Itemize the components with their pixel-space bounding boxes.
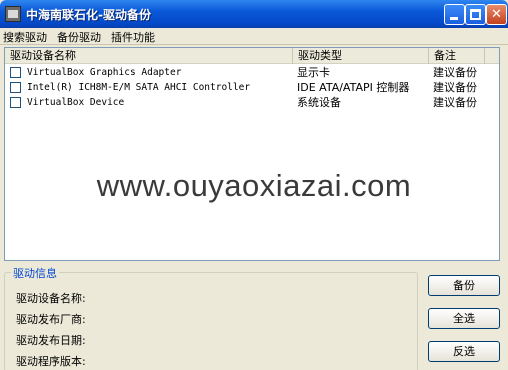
title-bar[interactable]: 中海南联石化-驱动备份 ✕	[0, 0, 508, 28]
driver-note: 建议备份	[433, 96, 477, 109]
menu-backup-drivers[interactable]: 备份驱动	[57, 29, 101, 45]
menu-search-drivers[interactable]: 搜索驱动	[3, 29, 47, 45]
list-item[interactable]: VirtualBox Graphics Adapter 显示卡 建议备份	[5, 65, 499, 80]
driver-note: 建议备份	[433, 66, 477, 79]
minimize-button[interactable]	[444, 4, 465, 25]
driver-type: 系统设备	[297, 96, 341, 109]
invert-selection-button[interactable]: 反选	[428, 341, 500, 362]
device-name: Intel(R) ICH8M-E/M SATA AHCI Controller	[27, 82, 251, 93]
driver-info-title: 驱动信息	[11, 265, 59, 281]
maximize-button[interactable]	[465, 4, 486, 25]
driver-type: IDE ATA/ATAPI 控制器	[297, 81, 410, 94]
menu-plugins[interactable]: 插件功能	[111, 29, 155, 45]
label-device-name: 驱动设备名称:	[16, 292, 86, 305]
label-vendor: 驱动发布厂商:	[16, 313, 86, 326]
row-checkbox[interactable]	[10, 97, 21, 108]
device-name: VirtualBox Device	[27, 97, 125, 108]
row-checkbox[interactable]	[10, 67, 21, 78]
label-driver-version: 驱动程序版本:	[16, 355, 86, 368]
app-icon	[5, 6, 21, 22]
window-title: 中海南联石化-驱动备份	[26, 8, 151, 22]
close-icon: ✕	[491, 7, 502, 22]
list-header: 驱动设备名称 驱动类型 备注	[5, 48, 499, 64]
list-item[interactable]: Intel(R) ICH8M-E/M SATA AHCI Controller …	[5, 80, 499, 95]
device-name: VirtualBox Graphics Adapter	[27, 67, 182, 78]
minimize-icon	[450, 17, 458, 20]
driver-list[interactable]: 驱动设备名称 驱动类型 备注 VirtualBox Graphics Adapt…	[4, 47, 500, 261]
label-release-date: 驱动发布日期:	[16, 334, 86, 347]
maximize-icon	[470, 9, 481, 20]
list-item[interactable]: VirtualBox Device 系统设备 建议备份	[5, 95, 499, 110]
column-header-driver-type[interactable]: 驱动类型	[293, 48, 429, 64]
backup-button[interactable]: 备份	[428, 275, 500, 296]
close-button[interactable]: ✕	[486, 4, 507, 25]
column-header-device-name[interactable]: 驱动设备名称	[5, 48, 293, 64]
row-checkbox[interactable]	[10, 82, 21, 93]
menu-bar: 搜索驱动 备份驱动 插件功能	[0, 28, 508, 45]
column-header-note[interactable]: 备注	[429, 48, 485, 64]
select-all-button[interactable]: 全选	[428, 308, 500, 329]
driver-info-group: 驱动信息 驱动设备名称: 驱动发布厂商: 驱动发布日期: 驱动程序版本:	[4, 265, 418, 370]
driver-note: 建议备份	[433, 81, 477, 94]
driver-type: 显示卡	[297, 66, 330, 79]
watermark-text: www.ouyaoxiazai.com	[96, 168, 412, 203]
